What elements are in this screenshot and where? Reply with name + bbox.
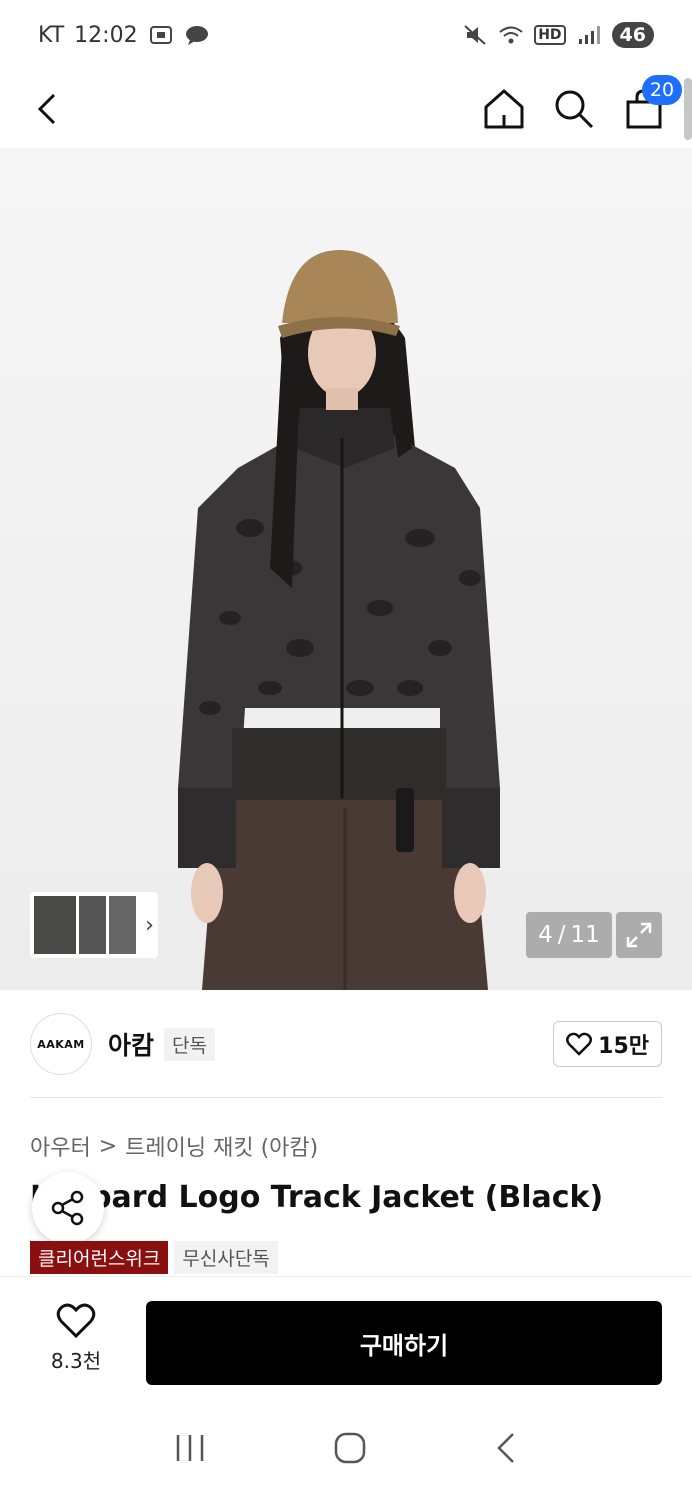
heart-icon [566,1032,593,1056]
thumbnail-strip[interactable]: › [30,892,158,958]
cart-count-badge: 20 [642,75,682,105]
home-circle-icon [334,1432,366,1464]
brand-row: AAKAM 아캄 단독 15만 [30,1012,662,1076]
back-arrow-icon [497,1433,515,1463]
signal-icon [578,26,600,44]
thumbnail[interactable] [78,896,106,954]
app-bar: 20 [0,70,692,148]
wifi-icon [499,26,523,44]
brand-logo-text: AAKAM [37,1037,85,1051]
product-photo [178,249,500,990]
share-button[interactable] [32,1172,104,1244]
home-button[interactable] [476,81,532,137]
cart-button[interactable]: 20 [616,75,682,137]
product-badges: 클리어런스위크 무신사단독 [30,1241,278,1274]
chevron-left-icon [37,93,56,125]
heart-icon [56,1303,96,1339]
chat-bubble-icon [185,26,208,45]
exclusive-badge: 무신사단독 [174,1241,278,1274]
brand-logo[interactable]: AAKAM [30,1013,92,1075]
exclusive-tag: 단독 [164,1027,215,1061]
total-pages: 11 [570,922,600,948]
thumbnail[interactable] [108,896,137,954]
home-nav-button[interactable] [332,1430,368,1470]
thumbnail[interactable] [34,896,76,954]
mute-icon [464,25,486,45]
wishlist-button[interactable]: 8.3천 [40,1303,112,1374]
expand-image-button[interactable] [616,912,662,958]
back-button[interactable] [20,81,76,137]
home-icon [484,89,524,129]
recent-apps-icon [176,1435,203,1461]
image-page-indicator: 4 / 11 [526,912,612,958]
divider [30,1097,662,1098]
product-title: Leopard Logo Track Jacket (Black) [30,1180,604,1215]
breadcrumb-separator: > [98,1133,118,1159]
search-icon [555,90,594,129]
clock: 12:02 [74,22,138,48]
page-separator: / [557,922,566,948]
purchase-bar: 8.3천 구매하기 [0,1276,692,1400]
breadcrumb: 아우터 > 트레이닝 재킷 (아캄) [30,1130,318,1162]
brand-like-button[interactable]: 15만 [553,1021,662,1067]
buy-button[interactable]: 구매하기 [146,1301,662,1385]
status-bar: KT 12:02 HD 46 [0,0,692,70]
system-nav-bar [0,1400,692,1500]
search-button[interactable] [546,81,602,137]
wishlist-count: 8.3천 [50,1349,102,1373]
share-icon [51,1190,84,1226]
product-image-gallery[interactable]: › 4 / 11 [0,148,692,990]
scrollbar[interactable] [684,78,692,140]
brand-name[interactable]: 아캄 [108,1026,154,1062]
hd-voice-indicator: HD [534,25,566,45]
battery-level: 46 [611,22,654,48]
clearance-badge: 클리어런스위크 [30,1241,169,1274]
brand-like-count: 15만 [598,1034,649,1059]
recent-apps-button[interactable] [173,1433,207,1467]
carrier-label: KT [38,22,65,48]
chevron-right-icon[interactable]: › [145,913,154,938]
screenshot-icon [149,26,172,44]
expand-icon [626,922,652,948]
back-nav-button[interactable] [493,1431,519,1469]
breadcrumb-category[interactable]: 아우터 [30,1130,91,1162]
breadcrumb-subcategory[interactable]: 트레이닝 재킷 (아캄) [125,1130,318,1162]
current-page: 4 [538,922,553,948]
